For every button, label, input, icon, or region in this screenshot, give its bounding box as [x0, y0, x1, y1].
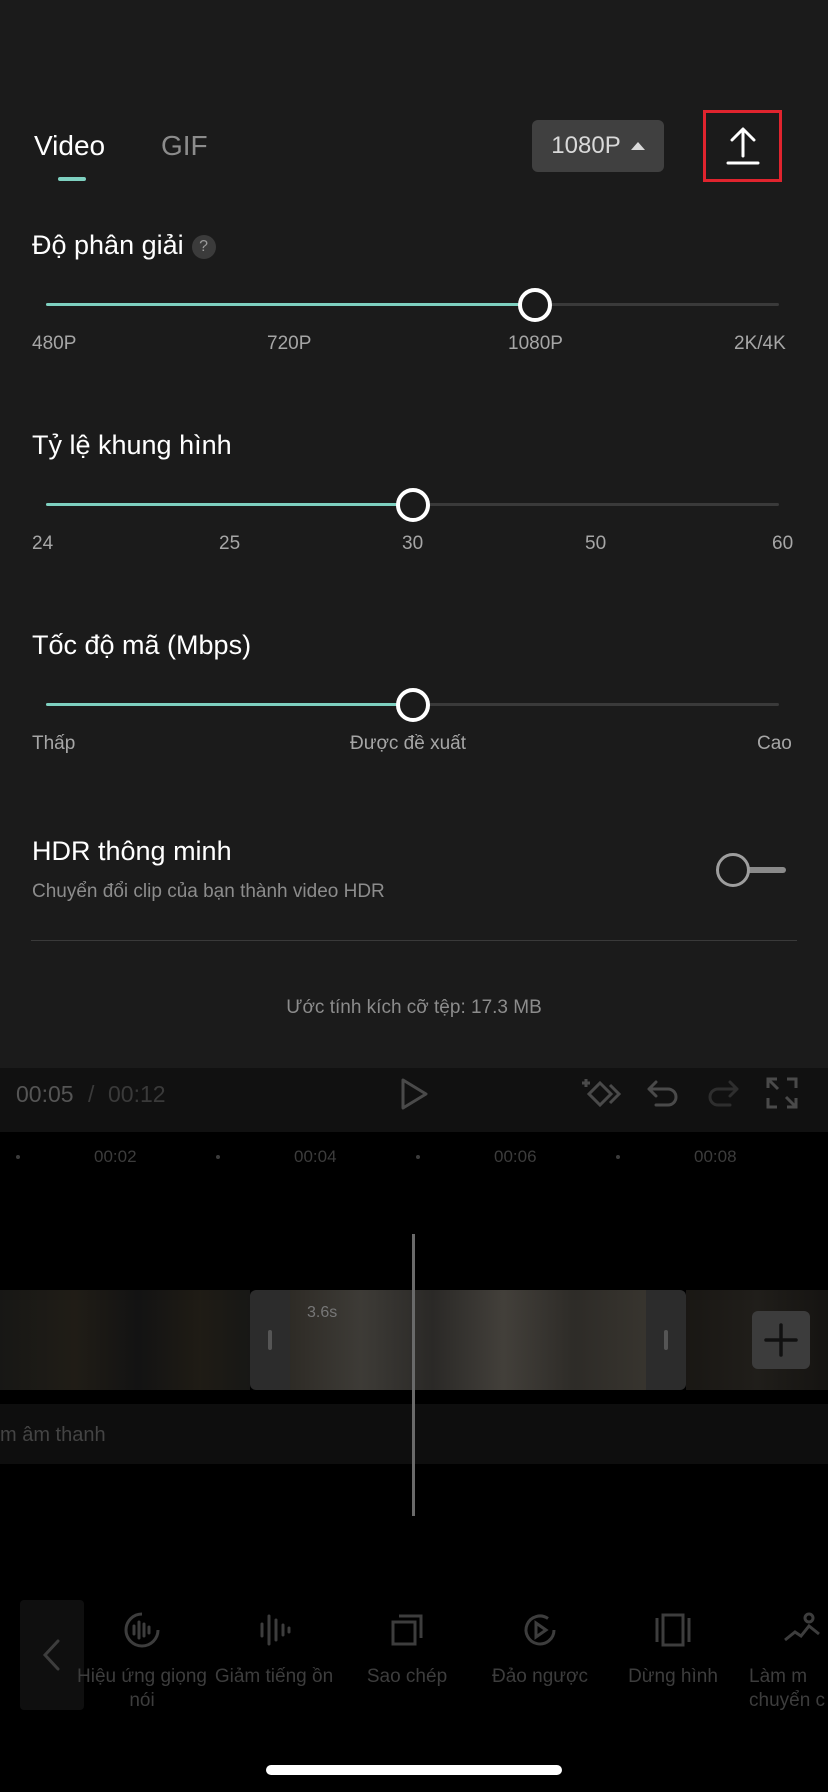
copy-icon	[391, 1614, 423, 1646]
back-button[interactable]	[20, 1600, 84, 1710]
export-button[interactable]	[703, 110, 782, 182]
clip-duration: 3.6s	[307, 1304, 338, 1321]
resolution-dropdown-button[interactable]: 1080P	[532, 120, 664, 172]
ruler-dot	[16, 1155, 20, 1159]
add-clip-button[interactable]	[752, 1311, 810, 1369]
noise-reduction-icon	[260, 1614, 291, 1646]
bitrate-tick-recommended: Được đề xuất	[350, 733, 467, 754]
frame-rate-tick-60: 60	[772, 533, 794, 554]
bitrate-slider[interactable]	[46, 688, 779, 722]
video-clip-thumbnail[interactable]	[0, 1290, 250, 1390]
undo-icon[interactable]	[646, 1078, 680, 1110]
frame-rate-tick-24: 24	[32, 533, 54, 554]
clip-trim-handle-right[interactable]	[664, 1330, 668, 1350]
bitrate-tick-high: Cao	[757, 733, 792, 754]
tool-voice-effect[interactable]: Hiệu ứng giọng nói	[77, 1610, 207, 1713]
total-time: 00:12	[108, 1081, 166, 1107]
tool-label: Đảo ngược	[492, 1666, 588, 1687]
export-settings-panel: Video GIF 1080P Độ phân giải? 480P 720P …	[0, 0, 828, 1068]
ruler-label: 00:04	[294, 1147, 337, 1166]
redo-icon[interactable]	[706, 1078, 740, 1110]
playhead[interactable]	[412, 1234, 415, 1516]
resolution-tick-720p: 720P	[267, 333, 312, 354]
bitrate-tick-low: Thấp	[32, 733, 76, 754]
tool-motion[interactable]: Làm m chuyển c	[741, 1610, 828, 1713]
voice-effect-icon	[124, 1612, 160, 1648]
audio-track-label: m âm thanh	[0, 1424, 106, 1446]
fullscreen-icon[interactable]	[765, 1076, 799, 1110]
bitrate-slider-fill	[46, 703, 413, 706]
caret-up-icon	[630, 142, 645, 150]
tool-freeze[interactable]: Dừng hình	[608, 1610, 738, 1689]
frame-rate-slider-fill	[46, 503, 413, 506]
tool-label: Dừng hình	[628, 1666, 718, 1687]
ruler-label: 00:06	[494, 1147, 537, 1166]
ruler-dot	[216, 1155, 220, 1159]
resolution-slider-fill	[46, 303, 535, 306]
help-icon[interactable]: ?	[191, 235, 216, 259]
clip-trim-handle-left[interactable]	[268, 1330, 272, 1350]
resolution-slider-thumb[interactable]	[517, 288, 552, 322]
frame-rate-tick-25: 25	[219, 533, 241, 554]
bitrate-slider-thumb[interactable]	[395, 688, 430, 722]
tab-gif[interactable]: GIF	[161, 130, 208, 162]
frame-rate-slider-thumb[interactable]	[395, 488, 430, 522]
tool-reverse[interactable]: Đảo ngược	[475, 1610, 605, 1689]
hdr-title: HDR thông minh	[32, 836, 232, 866]
selected-clip-thumbnail	[290, 1290, 646, 1390]
freeze-icon	[655, 1613, 691, 1647]
divider	[31, 940, 797, 941]
bitrate-title: Tốc độ mã (Mbps)	[32, 630, 252, 660]
ruler-dot	[616, 1155, 620, 1159]
upload-icon	[726, 127, 759, 165]
hdr-subtitle: Chuyển đổi clip của bạn thành video HDR	[32, 881, 385, 902]
tool-label: Hiệu ứng giọng nói	[77, 1666, 207, 1711]
motion-icon	[784, 1612, 820, 1642]
keyframe-icon[interactable]	[580, 1075, 624, 1113]
ruler-dot	[416, 1155, 420, 1159]
resolution-slider[interactable]	[46, 288, 779, 322]
plus-icon	[764, 1323, 798, 1357]
tool-label: Làm m chuyển c	[749, 1666, 826, 1711]
tool-label: Sao chép	[366, 1666, 448, 1687]
tab-video[interactable]: Video	[34, 130, 105, 162]
resolution-tick-1080p: 1080P	[508, 333, 563, 354]
resolution-title-text: Độ phân giải	[32, 230, 184, 260]
frame-rate-title: Tỷ lệ khung hình	[32, 430, 232, 460]
file-size-estimate: Ước tính kích cỡ tệp: 17.3 MB	[286, 997, 542, 1018]
frame-rate-tick-50: 50	[585, 533, 607, 554]
resolution-tick-2k4k: 2K/4K	[734, 333, 786, 354]
ruler-label: 00:02	[94, 1147, 137, 1166]
tool-label: Giảm tiếng ồn	[214, 1666, 334, 1687]
tool-noise-reduction[interactable]: Giảm tiếng ồn	[209, 1610, 339, 1689]
hdr-toggle-knob[interactable]	[716, 853, 750, 887]
resolution-dropdown-label: 1080P	[551, 132, 621, 159]
frame-rate-tick-30: 30	[402, 533, 424, 554]
home-indicator	[266, 1765, 562, 1775]
play-icon[interactable]	[398, 1077, 430, 1111]
tab-active-indicator	[58, 177, 86, 181]
time-separator: /	[88, 1081, 95, 1107]
current-time: 00:05	[16, 1081, 74, 1107]
resolution-title: Độ phân giải?	[32, 230, 216, 261]
ruler-label: 00:08	[694, 1147, 737, 1166]
resolution-tick-480p: 480P	[32, 333, 77, 354]
chevron-left-icon	[42, 1639, 60, 1671]
reverse-icon	[524, 1614, 556, 1646]
tool-copy[interactable]: Sao chép	[342, 1610, 472, 1689]
frame-rate-slider[interactable]	[46, 488, 779, 522]
